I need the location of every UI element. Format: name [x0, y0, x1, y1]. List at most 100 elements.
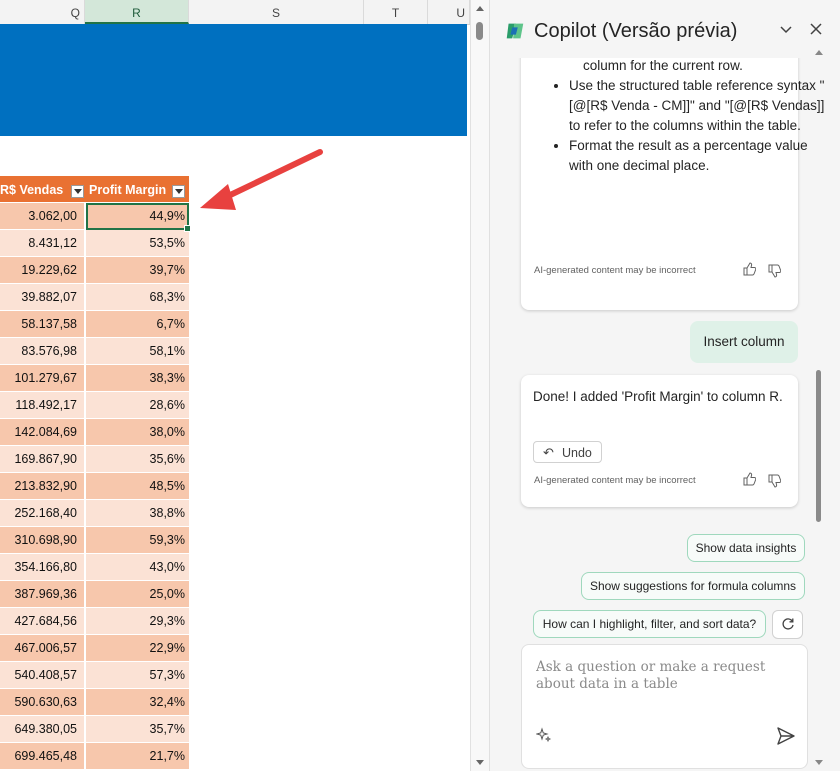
column-header-u[interactable]: U: [428, 0, 470, 24]
cell-profit-margin[interactable]: 28,6%: [86, 392, 189, 419]
cell-profit-margin[interactable]: 57,3%: [86, 662, 189, 689]
cell-profit-margin[interactable]: 6,7%: [86, 311, 189, 338]
close-icon[interactable]: [807, 22, 825, 40]
title-banner: [0, 24, 467, 136]
table-row: 142.084,69 38,0%: [0, 419, 189, 446]
cell-profit-margin[interactable]: 59,3%: [86, 527, 189, 554]
column-header-t[interactable]: T: [364, 0, 428, 24]
thumbs-down-icon[interactable]: [767, 474, 782, 491]
cell-vendas[interactable]: 649.380,05: [0, 716, 85, 743]
cell-profit-margin[interactable]: 38,3%: [86, 365, 189, 392]
cell-vendas[interactable]: 118.492,17: [0, 392, 85, 419]
message-continued-text: column for the current row.: [583, 58, 743, 73]
cell-vendas[interactable]: 310.698,90: [0, 527, 85, 554]
column-header-q[interactable]: Q: [0, 0, 85, 24]
cell-vendas[interactable]: 590.630,63: [0, 689, 85, 716]
cell-profit-margin[interactable]: 39,7%: [86, 257, 189, 284]
table-row: 590.630,63 32,4%: [0, 689, 189, 716]
cell-profit-margin[interactable]: 29,3%: [86, 608, 189, 635]
copilot-logo-icon: [506, 23, 524, 39]
cell-vendas[interactable]: 467.006,57: [0, 635, 85, 662]
bullet-item: Use the structured table reference synta…: [569, 76, 825, 136]
table-header-row: R$ Vendas Profit Margin: [0, 176, 189, 202]
undo-icon: ↶: [543, 445, 554, 460]
pane-scroll-up-icon[interactable]: [815, 50, 823, 55]
pane-scroll-thumb[interactable]: [816, 370, 821, 522]
send-icon[interactable]: [775, 725, 797, 747]
thumbs-up-icon[interactable]: [742, 262, 757, 279]
cell-vendas[interactable]: 101.279,67: [0, 365, 85, 392]
scroll-down-arrow-icon[interactable]: [476, 760, 484, 765]
table-row: 427.684,56 29,3%: [0, 608, 189, 635]
suggestion-show-data-insights[interactable]: Show data insights: [687, 534, 805, 562]
ai-disclaimer: AI-generated content may be incorrect: [534, 475, 696, 486]
cell-vendas[interactable]: 699.465,48: [0, 743, 85, 770]
column-header-bar: Q R S T U: [0, 0, 470, 25]
cell-vendas[interactable]: 19.229,62: [0, 257, 85, 284]
assistant-message-card: column for the current row. Use the stru…: [521, 58, 825, 310]
spreadsheet-grid: Q R S T U R$ Vendas Profit Margin 3.062,…: [0, 0, 470, 771]
cell-profit-margin[interactable]: 48,5%: [86, 473, 189, 500]
reply-text: Done! I added 'Profit Margin' to column …: [533, 389, 783, 404]
column-header-r[interactable]: R: [85, 0, 189, 24]
cell-profit-margin[interactable]: 35,7%: [86, 716, 189, 743]
chat-input-field[interactable]: [536, 659, 786, 703]
cell-profit-margin[interactable]: 38,0%: [86, 419, 189, 446]
scroll-up-arrow-icon[interactable]: [476, 6, 484, 11]
cell-vendas[interactable]: 354.166,80: [0, 554, 85, 581]
cell-profit-margin[interactable]: 32,4%: [86, 689, 189, 716]
cell-vendas[interactable]: 39.882,07: [0, 284, 85, 311]
cell-vendas[interactable]: 427.684,56: [0, 608, 85, 635]
copilot-pane: Copilot (Versão prévia) column for the c…: [489, 0, 840, 771]
cell-vendas[interactable]: 213.832,90: [0, 473, 85, 500]
table-row: 8.431,12 53,5%: [0, 230, 189, 257]
cell-vendas[interactable]: 142.084,69: [0, 419, 85, 446]
chevron-down-icon[interactable]: [777, 22, 795, 40]
column-header-s[interactable]: S: [189, 0, 364, 24]
table-row: 101.279,67 38,3%: [0, 365, 189, 392]
cell-profit-margin[interactable]: 58,1%: [86, 338, 189, 365]
filter-dropdown-vendas-icon[interactable]: [71, 185, 84, 198]
chat-input-box: [521, 644, 808, 769]
suggestion-highlight-filter-sort[interactable]: How can I highlight, filter, and sort da…: [533, 610, 766, 638]
cell-profit-margin[interactable]: 21,7%: [86, 743, 189, 770]
thumbs-down-icon[interactable]: [767, 264, 782, 281]
cell-profit-margin[interactable]: 22,9%: [86, 635, 189, 662]
cell-profit-margin[interactable]: 38,8%: [86, 500, 189, 527]
table-row: 118.492,17 28,6%: [0, 392, 189, 419]
cell-vendas[interactable]: 540.408,57: [0, 662, 85, 689]
cell-profit-margin[interactable]: 35,6%: [86, 446, 189, 473]
refresh-suggestions-icon[interactable]: [772, 610, 803, 639]
active-cell-selection[interactable]: [86, 203, 191, 232]
annotation-arrow-icon: [200, 149, 323, 210]
thumbs-up-icon[interactable]: [742, 472, 757, 489]
sheet-vertical-scrollbar[interactable]: [470, 0, 489, 771]
sheet-scroll-thumb[interactable]: [476, 22, 483, 40]
cell-vendas[interactable]: 58.137,58: [0, 311, 85, 338]
cell-profit-margin[interactable]: 25,0%: [86, 581, 189, 608]
suggestion-formula-columns[interactable]: Show suggestions for formula columns: [581, 572, 805, 600]
table-row: 169.867,90 35,6%: [0, 446, 189, 473]
table-row: 213.832,90 48,5%: [0, 473, 189, 500]
pane-scroll-down-icon[interactable]: [815, 760, 823, 765]
table-row: 354.166,80 43,0%: [0, 554, 189, 581]
cell-vendas[interactable]: 387.969,36: [0, 581, 85, 608]
table-row: 699.465,48 21,7%: [0, 743, 189, 770]
cell-profit-margin[interactable]: 68,3%: [86, 284, 189, 311]
filter-dropdown-profit-margin-icon[interactable]: [172, 185, 185, 198]
cell-profit-margin[interactable]: 43,0%: [86, 554, 189, 581]
copilot-title: Copilot (Versão prévia): [534, 19, 738, 42]
cell-vendas[interactable]: 8.431,12: [0, 230, 85, 257]
undo-button[interactable]: ↶ Undo: [533, 441, 602, 463]
cell-vendas[interactable]: 83.576,98: [0, 338, 85, 365]
cell-vendas[interactable]: 3.062,00: [0, 203, 85, 230]
message-bullet-list: Use the structured table reference synta…: [521, 76, 825, 176]
cell-vendas[interactable]: 169.867,90: [0, 446, 85, 473]
cell-profit-margin[interactable]: 53,5%: [86, 230, 189, 257]
table-row: 39.882,07 68,3%: [0, 284, 189, 311]
cell-vendas[interactable]: 252.168,40: [0, 500, 85, 527]
header-vendas-label: R$ Vendas: [0, 183, 64, 197]
sparkle-prompts-icon[interactable]: [535, 727, 552, 747]
table-row: 387.969,36 25,0%: [0, 581, 189, 608]
table-row: 310.698,90 59,3%: [0, 527, 189, 554]
